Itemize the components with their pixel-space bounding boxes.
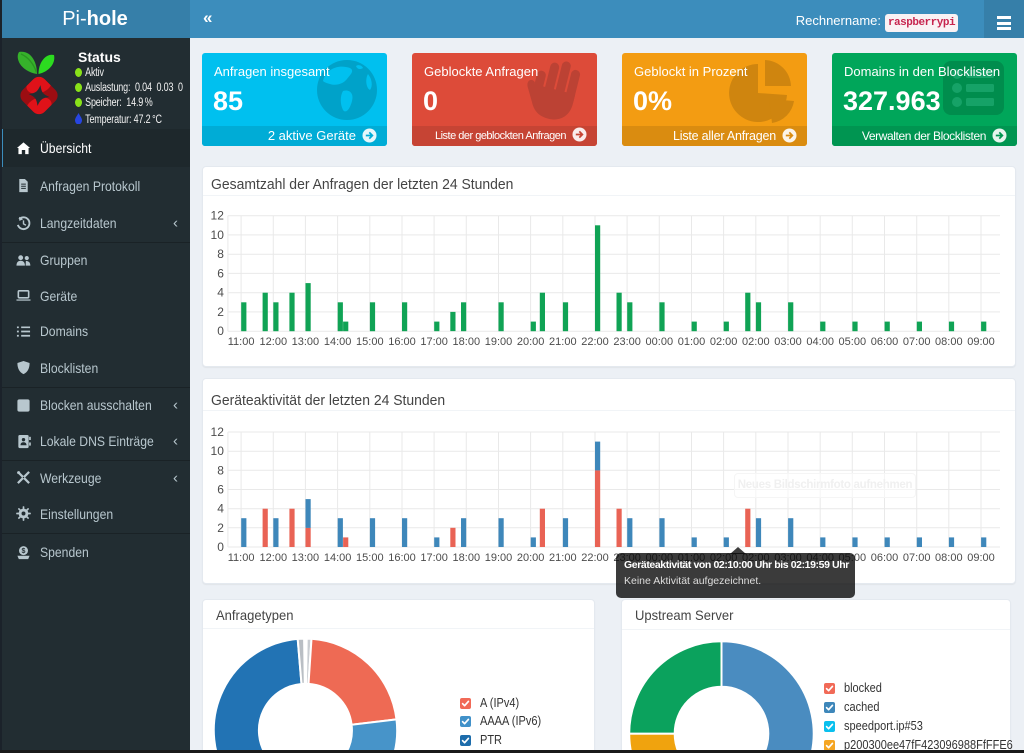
svg-text:06:00: 06:00	[871, 336, 899, 348]
svg-text:18:00: 18:00	[453, 336, 481, 348]
svg-text:17:00: 17:00	[420, 552, 448, 564]
svg-text:08:00: 08:00	[935, 336, 963, 348]
svg-text:00:00: 00:00	[646, 336, 674, 348]
svg-text:18:00: 18:00	[453, 552, 481, 564]
svg-text:6: 6	[217, 266, 224, 280]
svg-text:4: 4	[217, 286, 224, 300]
svg-text:21:00: 21:00	[549, 552, 577, 564]
svg-text:01:00: 01:00	[678, 336, 706, 348]
svg-text:02:00: 02:00	[710, 336, 738, 348]
svg-text:14:00: 14:00	[324, 552, 352, 564]
svg-text:02:00: 02:00	[742, 336, 770, 348]
svg-text:2: 2	[217, 521, 224, 535]
svg-text:12: 12	[211, 425, 225, 439]
svg-text:15:00: 15:00	[356, 552, 384, 564]
svg-text:10: 10	[211, 228, 225, 242]
svg-text:19:00: 19:00	[485, 552, 513, 564]
svg-text:11:00: 11:00	[228, 552, 255, 564]
svg-text:$: $	[22, 548, 26, 555]
svg-text:03:00: 03:00	[774, 336, 802, 348]
svg-text:22:00: 22:00	[581, 552, 609, 564]
svg-text:09:00: 09:00	[967, 336, 995, 348]
svg-text:08:00: 08:00	[935, 552, 963, 564]
svg-text:0: 0	[217, 324, 224, 338]
svg-text:07:00: 07:00	[903, 336, 931, 348]
svg-text:19:00: 19:00	[485, 336, 513, 348]
svg-text:09:00: 09:00	[967, 552, 995, 564]
svg-text:20:00: 20:00	[517, 336, 545, 348]
svg-text:2: 2	[217, 305, 224, 319]
svg-text:13:00: 13:00	[292, 552, 320, 564]
svg-text:12:00: 12:00	[260, 552, 288, 564]
svg-text:06:00: 06:00	[871, 552, 899, 564]
svg-text:11:00: 11:00	[228, 336, 255, 348]
svg-text:05:00: 05:00	[839, 336, 867, 348]
svg-text:8: 8	[217, 463, 224, 477]
svg-text:12:00: 12:00	[260, 336, 288, 348]
svg-text:0: 0	[217, 540, 224, 554]
svg-text:16:00: 16:00	[388, 552, 416, 564]
svg-text:8: 8	[217, 247, 224, 261]
svg-text:04:00: 04:00	[806, 336, 834, 348]
svg-text:10: 10	[211, 444, 225, 458]
svg-text:20:00: 20:00	[517, 552, 545, 564]
svg-text:16:00: 16:00	[388, 336, 416, 348]
svg-text:21:00: 21:00	[549, 336, 577, 348]
svg-text:4: 4	[217, 502, 224, 516]
svg-text:14:00: 14:00	[324, 336, 352, 348]
svg-text:23:00: 23:00	[613, 336, 641, 348]
svg-text:22:00: 22:00	[581, 336, 609, 348]
svg-text:07:00: 07:00	[903, 552, 931, 564]
svg-text:13:00: 13:00	[292, 336, 320, 348]
svg-text:17:00: 17:00	[420, 336, 448, 348]
svg-text:15:00: 15:00	[356, 336, 384, 348]
svg-text:6: 6	[217, 483, 224, 497]
svg-text:12: 12	[211, 209, 225, 223]
